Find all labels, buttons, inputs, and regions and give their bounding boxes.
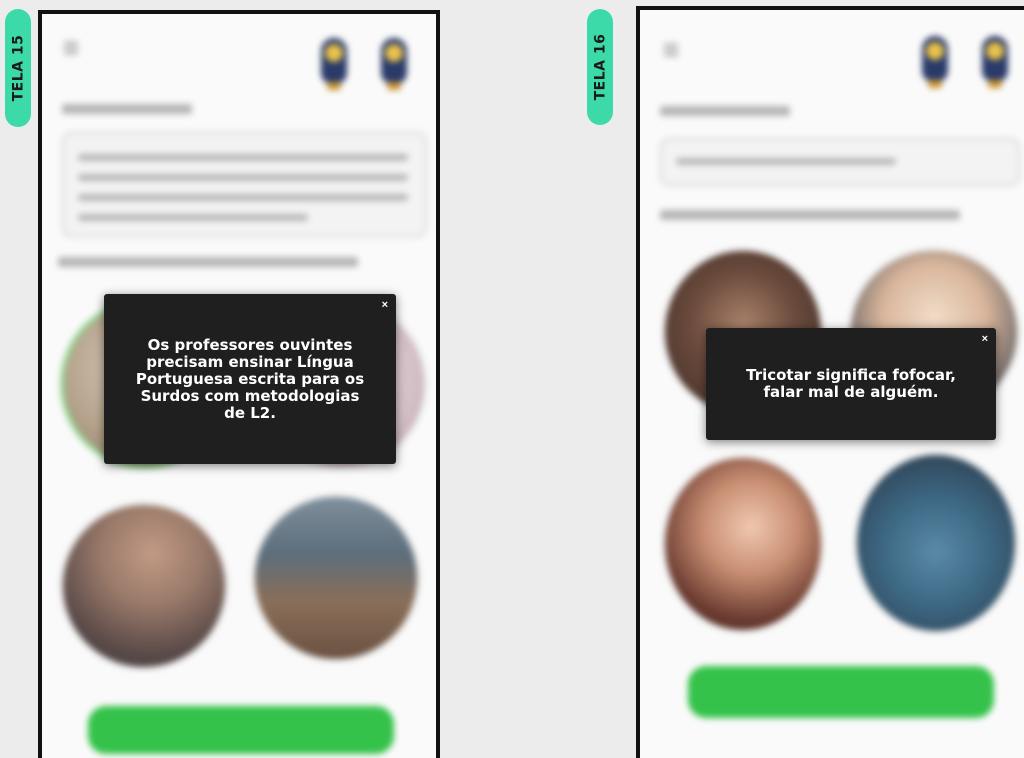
menu-icon[interactable] — [64, 42, 78, 54]
phone-screen-16: × Tricotar significa fofocar, falar mal … — [636, 6, 1024, 758]
owl-mascot-icon — [319, 34, 349, 92]
info-popup: × Tricotar significa fofocar, falar mal … — [706, 328, 996, 440]
info-popup: × Os professores ouvintes precisam ensin… — [104, 294, 396, 464]
owl-mascot-icon — [980, 32, 1010, 90]
owl-mascot-icon — [920, 32, 950, 90]
owl-mascot-icon — [379, 34, 409, 92]
question-box — [62, 132, 427, 237]
answer-image-option[interactable] — [854, 452, 1018, 634]
question-heading — [660, 106, 790, 116]
popup-message: Tricotar significa fofocar, falar mal de… — [746, 366, 956, 401]
close-icon[interactable]: × — [982, 333, 988, 345]
answer-heading — [660, 210, 960, 220]
phone-screen-15: × Os professores ouvintes precisam ensin… — [38, 10, 440, 758]
screen-tag-label: TELA 16 — [592, 33, 609, 101]
answer-image-option[interactable] — [662, 455, 824, 633]
menu-icon[interactable] — [664, 44, 678, 56]
question-heading — [62, 104, 192, 114]
popup-message: Os professores ouvintes precisam ensinar… — [135, 335, 365, 422]
screen-tag: TELA 16 — [587, 9, 613, 125]
respond-button[interactable] — [688, 666, 994, 718]
question-box — [660, 138, 1020, 186]
answer-heading — [58, 257, 358, 267]
answer-image-option[interactable] — [252, 494, 420, 662]
close-icon[interactable]: × — [382, 299, 388, 311]
respond-button[interactable] — [88, 706, 394, 754]
answer-image-option[interactable] — [60, 502, 228, 670]
screen-tag-label: TELA 15 — [10, 34, 27, 102]
screen-tag: TELA 15 — [5, 9, 31, 127]
